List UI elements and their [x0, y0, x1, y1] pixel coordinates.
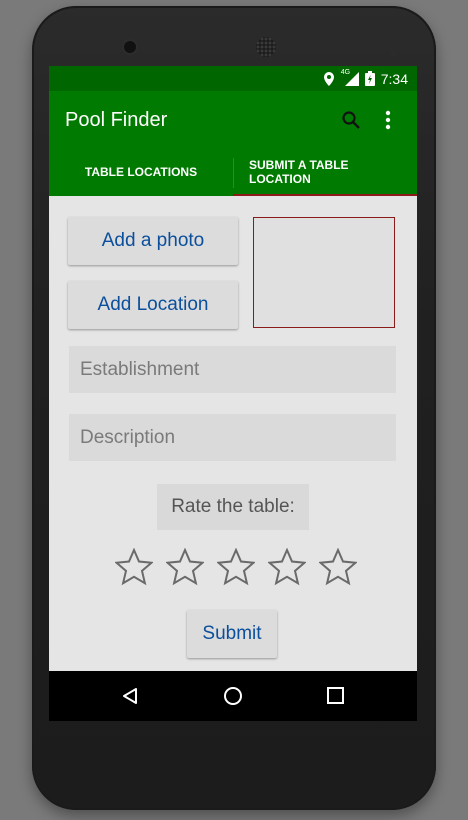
navigation-bar [49, 671, 417, 721]
star-3-icon[interactable] [217, 548, 255, 586]
star-2-icon[interactable] [166, 548, 204, 586]
search-icon[interactable] [341, 110, 361, 135]
tab-bar: TABLE LOCATIONS SUBMIT A TABLE LOCATION [49, 148, 417, 196]
recents-icon[interactable] [327, 687, 344, 709]
location-icon [323, 71, 335, 86]
earpiece-speaker [256, 37, 276, 57]
description-field[interactable]: Description [69, 414, 396, 461]
star-1-icon[interactable] [115, 548, 153, 586]
add-photo-button[interactable]: Add a photo [68, 217, 238, 265]
battery-icon [364, 71, 375, 86]
star-5-icon[interactable] [319, 548, 357, 586]
submit-button[interactable]: Submit [187, 610, 277, 658]
tab-submit-table-location[interactable]: SUBMIT A TABLE LOCATION [233, 148, 417, 196]
rate-label: Rate the table: [157, 484, 309, 530]
proximity-sensors [390, 43, 410, 74]
tab-label: TABLE LOCATIONS [84, 165, 198, 179]
front-camera [124, 41, 136, 53]
tab-table-locations[interactable]: TABLE LOCATIONS [49, 148, 233, 196]
app-title: Pool Finder [65, 109, 168, 131]
device-screen: 4G 7:34 Pool Finder TABLE LOCATIONS SUBM… [49, 66, 417, 721]
photo-preview [253, 217, 395, 328]
add-location-button[interactable]: Add Location [68, 281, 238, 329]
network-type: 4G [340, 68, 351, 76]
more-options-icon[interactable] [385, 110, 391, 135]
app-bar: Pool Finder [49, 91, 417, 148]
home-icon[interactable] [223, 686, 243, 711]
status-bar: 4G 7:34 [49, 66, 417, 91]
status-time: 7:34 [380, 70, 408, 87]
rating-stars [115, 548, 357, 586]
star-4-icon[interactable] [268, 548, 306, 586]
back-icon[interactable] [121, 687, 139, 710]
tab-label: SUBMIT A TABLE LOCATION [249, 158, 349, 186]
signal-icon: 4G [340, 68, 359, 86]
establishment-field[interactable]: Establishment [69, 346, 396, 393]
submit-form: Add a photo Add Location Establishment D… [49, 196, 417, 670]
